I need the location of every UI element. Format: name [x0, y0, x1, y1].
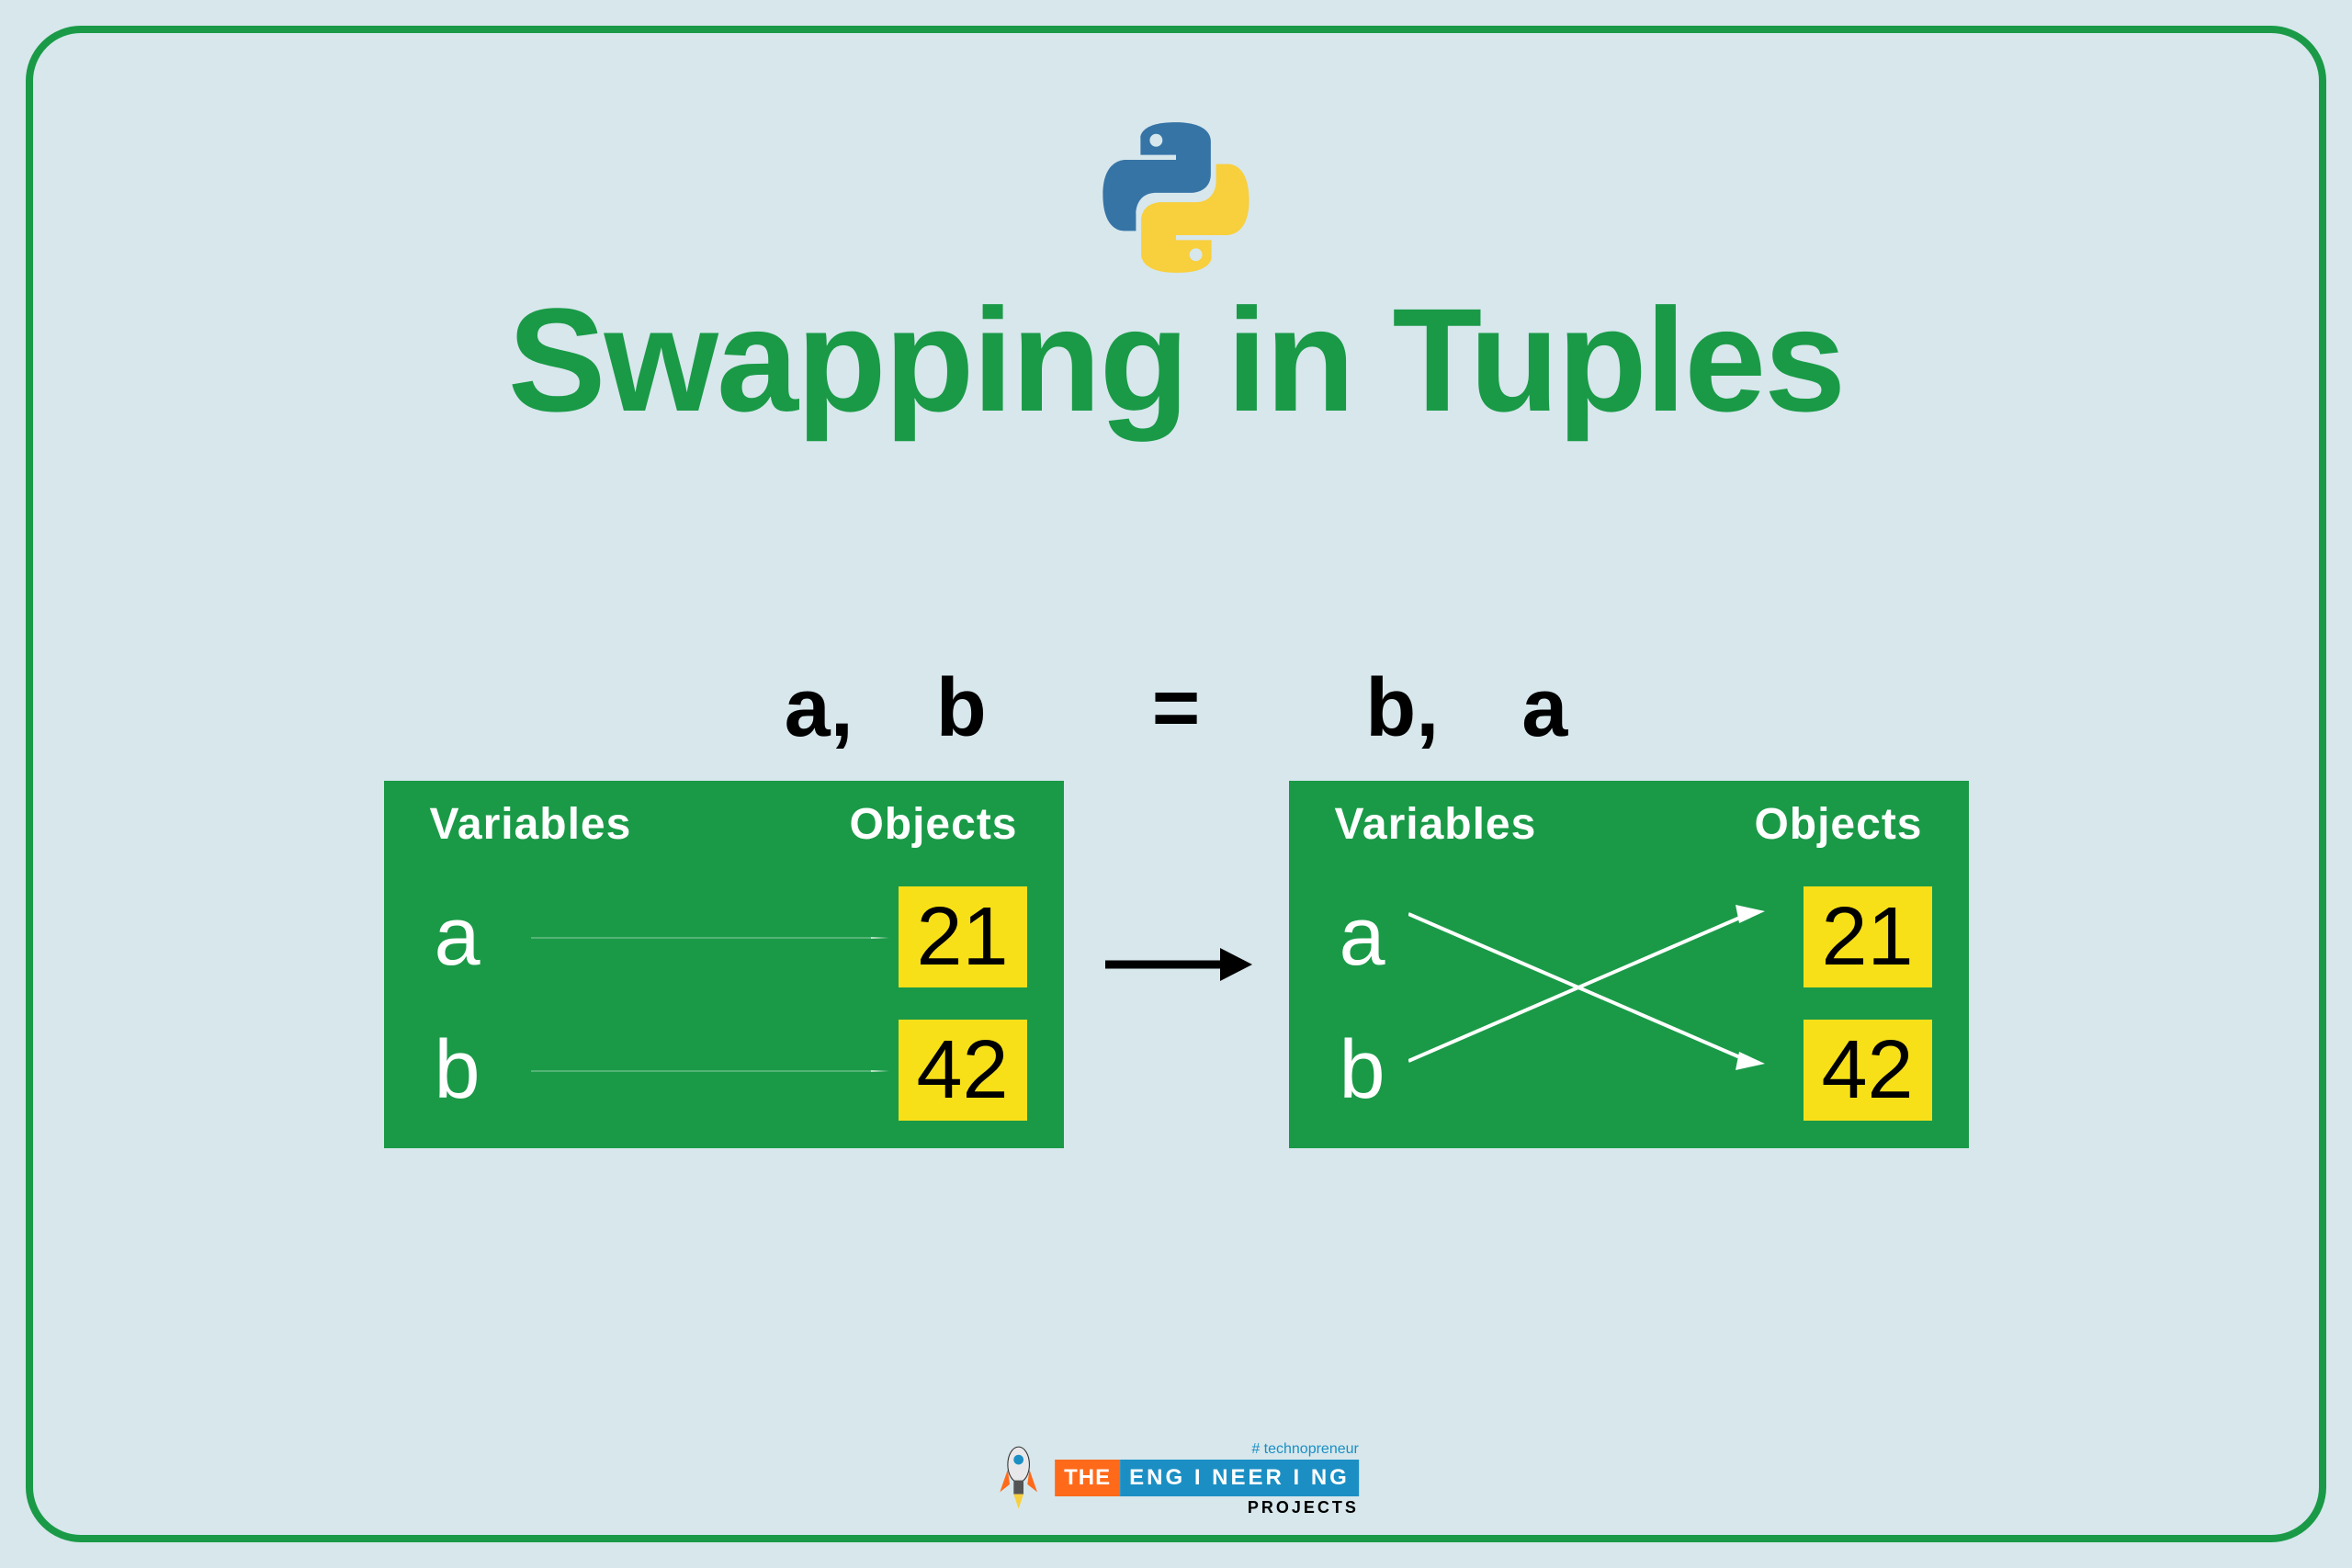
after-swap-box: Variables Objects a 21 b 42: [1289, 781, 1969, 1148]
footer-tagline: # technopreneur: [1251, 1441, 1359, 1458]
var-b-label: b: [1326, 1023, 1399, 1118]
value-21: 21: [1804, 886, 1932, 987]
footer-projects: PROJECTS: [1248, 1498, 1359, 1517]
cross-arrows-icon: [1408, 868, 1767, 1107]
arrow-icon: [531, 1070, 889, 1072]
footer-the: THE: [1055, 1460, 1120, 1496]
var-a-label: a: [1326, 890, 1399, 985]
python-logo-icon: [1098, 119, 1254, 280]
value-42: 42: [1804, 1020, 1932, 1121]
diagram-container: Variables Objects a 21 b 42: [0, 781, 2352, 1148]
code-expression: a, b = b, a: [0, 661, 2352, 756]
var-b-label: b: [421, 1023, 494, 1118]
before-swap-box: Variables Objects a 21 b 42: [384, 781, 1064, 1148]
page-title: Swapping in Tuples: [0, 276, 2352, 445]
header-objects: Objects: [849, 799, 1017, 850]
transform-arrow-icon: [1101, 937, 1252, 992]
footer-engineering: ENG I NEER I NG: [1120, 1460, 1359, 1496]
header-objects: Objects: [1754, 799, 1922, 850]
arrow-icon: [531, 937, 889, 939]
value-42: 42: [899, 1020, 1027, 1121]
rocket-icon: [993, 1445, 1044, 1514]
var-a-label: a: [421, 890, 494, 985]
header-variables: Variables: [1335, 799, 1537, 850]
footer-brand: # technopreneur THE ENG I NEER I NG PROJ…: [993, 1441, 1359, 1517]
header-variables: Variables: [430, 799, 632, 850]
value-21: 21: [899, 886, 1027, 987]
